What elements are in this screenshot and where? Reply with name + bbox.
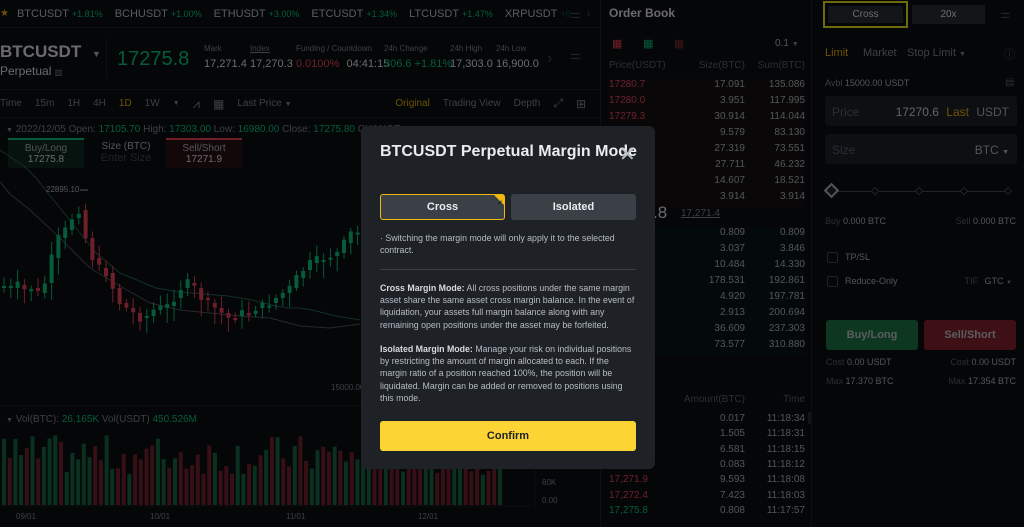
dialog-title: BTCUSDT Perpetual Margin Mode: [380, 143, 637, 160]
cross-description-title: Cross Margin Mode:: [380, 283, 465, 293]
cross-option-button[interactable]: Cross ✓: [380, 194, 505, 220]
isolated-option-button[interactable]: Isolated: [511, 194, 636, 220]
trading-page: ★ BTCUSDT+1.81% BCHUSDT+1.00% ETHUSDT+3.…: [0, 0, 1024, 527]
isolated-description-title: Isolated Margin Mode:: [380, 344, 473, 354]
check-icon: ✓: [497, 200, 503, 207]
isolated-description: Isolated Margin Mode: Manage your risk o…: [380, 343, 638, 404]
cross-option-label: Cross: [426, 201, 459, 213]
margin-mode-dialog: BTCUSDT Perpetual Margin Mode ✕ Cross ✓ …: [361, 126, 655, 469]
divider: [380, 269, 636, 270]
cross-description: Cross Margin Mode: All cross positions u…: [380, 282, 638, 331]
dialog-note: · Switching the margin mode will only ap…: [380, 233, 615, 255]
close-icon[interactable]: ✕: [619, 142, 636, 167]
confirm-button[interactable]: Confirm: [380, 421, 636, 451]
